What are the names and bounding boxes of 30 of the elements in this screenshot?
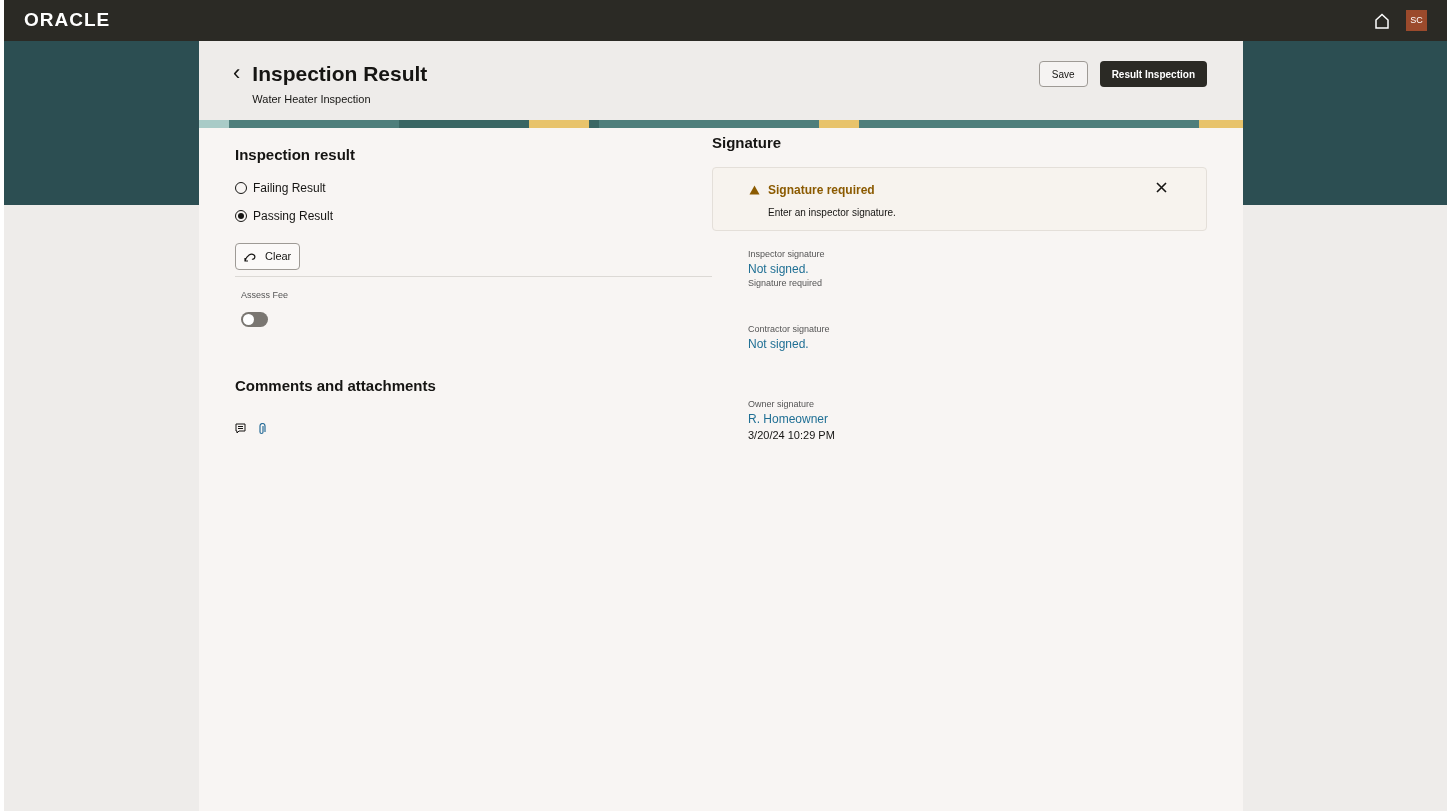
- section-heading: Comments and attachments: [235, 376, 437, 396]
- comment-icon[interactable]: [235, 423, 246, 434]
- warning-icon: [749, 184, 760, 195]
- close-icon[interactable]: [1156, 181, 1167, 193]
- page-title: Inspection Result: [252, 61, 428, 87]
- field-label: Inspector signature: [748, 247, 826, 261]
- signature-date: 3/20/24 10:29 PM: [748, 428, 836, 443]
- page-subtitle: Water Heater Inspection: [252, 92, 372, 107]
- alert-message: Enter an inspector signature.: [767, 205, 897, 220]
- paperclip-icon[interactable]: [258, 422, 266, 435]
- field-label: Contractor signature: [748, 322, 831, 336]
- radio-label[interactable]: Failing Result: [253, 178, 326, 197]
- alert-title: Signature required: [768, 181, 875, 199]
- save-button[interactable]: Save: [1038, 61, 1088, 87]
- field-label: Owner signature: [748, 397, 816, 411]
- radio-label[interactable]: Passing Result: [253, 206, 334, 225]
- field-label: Assess Fee: [241, 288, 290, 302]
- section-heading: Inspection result: [235, 145, 357, 165]
- section-heading: Signature: [712, 133, 783, 153]
- toggle-switch[interactable]: [241, 312, 268, 327]
- clear-button[interactable]: Clear: [235, 242, 301, 270]
- home-icon[interactable]: [1374, 12, 1390, 29]
- signature-link[interactable]: Not signed.: [748, 261, 809, 277]
- user-avatar[interactable]: SC: [1406, 10, 1427, 31]
- back-button[interactable]: ‹: [233, 61, 241, 85]
- signature-link[interactable]: R. Homeowner: [748, 411, 829, 427]
- logo: ORACLE: [24, 8, 111, 33]
- result-inspection-button[interactable]: Result Inspection: [1099, 61, 1207, 87]
- helper-text: Signature required: [748, 277, 824, 290]
- signature-link[interactable]: Not signed.: [748, 336, 809, 352]
